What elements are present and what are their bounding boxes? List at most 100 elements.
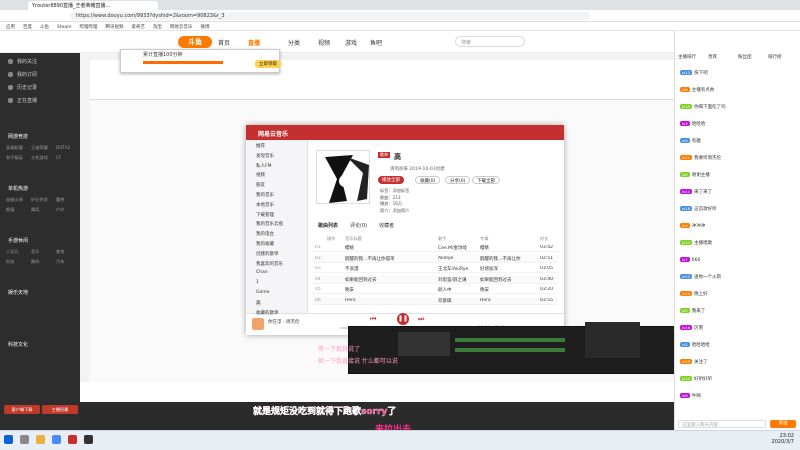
music-sidebar-item[interactable]: 收藏的歌单 <box>256 310 279 316</box>
sidebar-item[interactable]: 正在直播 <box>8 97 37 104</box>
chat-header-tab[interactable]: 贵宾 <box>708 54 717 60</box>
music-sidebar-item[interactable]: 私人FM <box>256 163 271 169</box>
nav-item[interactable]: 鱼吧 <box>370 38 382 47</box>
chat-header-tab[interactable]: 排行榜 <box>768 54 782 60</box>
sidebar-category[interactable]: 科技 <box>6 259 14 265</box>
song-cell: 不浪漫 <box>345 267 359 272</box>
nav-item[interactable]: 视频 <box>318 38 330 47</box>
song-row[interactable]: 06 Hero 邓紫棋 Hero 03:55 <box>313 296 558 305</box>
playlist-button[interactable]: 播放全部 <box>378 176 404 184</box>
claim-button[interactable]: 立即领取 <box>255 60 281 68</box>
address-bar[interactable]: https://www.douyu.com/9933?dyshid=2&room… <box>70 12 590 20</box>
music-sidebar-item[interactable]: 朋友 <box>256 182 265 188</box>
song-row[interactable]: 01 樱桃 Cee.M/金玟岐 樱桃 03:42 <box>313 244 558 252</box>
sidebar-item[interactable]: 我的关注 <box>8 58 37 65</box>
sidebar-category[interactable]: 炉石传说 <box>31 197 48 203</box>
sidebar-category[interactable]: 主机游戏 <box>31 155 48 161</box>
sidebar-category[interactable]: 户外 <box>56 207 64 213</box>
music-sidebar-item[interactable]: Chan <box>256 270 268 275</box>
music-sidebar-item[interactable]: 我的音乐云盘 <box>256 221 283 227</box>
music-sidebar-item[interactable]: 1 <box>256 280 259 285</box>
bookmark-item[interactable]: 斗鱼 <box>40 25 49 30</box>
nav-item[interactable]: 首页 <box>218 38 230 47</box>
bookmark-item[interactable]: 爱奇艺 <box>132 25 146 30</box>
sidebar-item[interactable]: 我的订阅 <box>8 71 37 78</box>
netease-music-icon[interactable] <box>68 435 77 444</box>
playlist-button[interactable]: 下载全部 <box>472 176 500 184</box>
music-sidebar-item[interactable]: 我的收藏 <box>256 241 274 247</box>
playlist-button[interactable]: 收藏(0) <box>415 176 441 184</box>
bookmark-item[interactable]: 淘宝 <box>153 25 162 30</box>
chat-message-text: 哈哈哈 <box>691 122 706 127</box>
playlist-button[interactable]: 分享(0) <box>445 176 471 184</box>
sidebar-footer-button[interactable]: 主播招募 <box>42 405 78 414</box>
start-icon[interactable] <box>4 435 13 444</box>
music-sidebar-item[interactable]: 下载管理 <box>256 212 274 218</box>
bookmark-item[interactable]: 网易云音乐 <box>170 25 193 30</box>
song-row[interactable]: 03 不浪漫 王北车/AkiRye 好感加深 03:05 <box>313 265 558 273</box>
sidebar-category[interactable]: 数码 <box>31 259 39 265</box>
search-icon[interactable] <box>20 435 29 444</box>
music-sidebar-item[interactable]: Game <box>256 290 269 295</box>
user-level-badge: lv4 <box>680 223 690 228</box>
send-button[interactable]: 发送 <box>770 420 796 428</box>
bookmark-item[interactable]: Steam <box>57 25 72 30</box>
nav-item[interactable]: 分类 <box>288 38 300 47</box>
chrome-icon[interactable] <box>52 435 61 444</box>
sidebar-item-label: 历史记录 <box>17 85 38 91</box>
bookmark-item[interactable]: 微博 <box>201 25 210 30</box>
user-level-badge: lv8 <box>680 87 690 92</box>
song-row[interactable]: 02 醉醒的我…不再让你孤单 AkiRye 醉醒的我…不再让你 02:51 <box>313 254 558 263</box>
chat-input[interactable]: 这里输入聊天内容 <box>678 420 766 428</box>
playlist-tab[interactable]: 评论(0) <box>350 223 367 229</box>
pause-button[interactable]: ❚❚ <box>397 313 409 325</box>
sidebar-category[interactable]: 舞蹈 <box>31 207 39 213</box>
music-sidebar-item[interactable]: 创建的歌单 <box>256 251 279 257</box>
sidebar-category[interactable]: 美食 <box>56 249 64 255</box>
music-sidebar-item[interactable]: 发现音乐 <box>256 153 274 159</box>
bookmark-item[interactable]: 应用 <box>6 25 15 30</box>
sidebar-item[interactable]: 历史记录 <box>8 84 37 91</box>
sidebar-category[interactable]: 音乐 <box>31 249 39 255</box>
sidebar-category[interactable]: 和平精英 <box>6 155 23 161</box>
sidebar-category[interactable]: DOTA2 <box>56 145 70 150</box>
song-row[interactable]: 05 晚安 颜人中 晚安 03:20 <box>313 286 558 294</box>
music-sidebar-item[interactable]: 我的电台 <box>256 231 274 237</box>
sidebar-item-icon <box>8 72 13 77</box>
song-cell: 02:51 <box>540 255 553 261</box>
music-sidebar-item[interactable]: 推荐 <box>256 143 265 149</box>
music-sidebar-item[interactable]: 我的音乐 <box>256 192 274 198</box>
sidebar-category[interactable]: 颜值 <box>6 207 14 213</box>
music-sidebar-item[interactable]: 高 <box>256 299 261 306</box>
chat-header-tab[interactable]: 粉丝团 <box>738 54 752 60</box>
sidebar-footer-button[interactable]: 客户端下载 <box>4 405 40 414</box>
browser-tab[interactable]: Yrouter8890直播_王者荣耀直播... <box>28 1 158 10</box>
chat-header-tab[interactable]: 主播排行 <box>678 54 696 60</box>
sidebar-category[interactable]: 汽车 <box>56 259 64 265</box>
bookmark-item[interactable]: 哔哩哔哩 <box>80 25 98 30</box>
sidebar-category[interactable]: 英雄联盟 <box>6 145 23 151</box>
prev-icon[interactable]: ⏮ <box>370 315 376 324</box>
sidebar-category[interactable]: 王者荣耀 <box>31 145 48 151</box>
nav-item[interactable]: 直播 <box>248 38 260 47</box>
douyu-logo[interactable]: 斗鱼 <box>178 36 212 48</box>
nav-item[interactable]: 游戏 <box>345 38 357 47</box>
music-sidebar-item[interactable]: 本地音乐 <box>256 202 274 208</box>
music-sidebar-item[interactable]: 视频 <box>256 172 265 178</box>
folder-icon[interactable] <box>36 435 45 444</box>
search-input[interactable]: 搜索 <box>455 36 525 47</box>
playlist-tab[interactable]: 歌曲列表 <box>318 223 338 229</box>
song-row[interactable]: 04 如果能回到过去 刘思鉴/薛之谦 如果能回到过去 03:40 <box>313 275 558 284</box>
sidebar-category[interactable]: 魔兽 <box>56 197 64 203</box>
playlist-tab[interactable]: 收藏者 <box>379 223 394 229</box>
bookmark-item[interactable]: 百度 <box>23 25 32 30</box>
sidebar-category[interactable]: CF <box>56 155 61 160</box>
music-app-name: 网易云音乐 <box>258 131 289 138</box>
next-icon[interactable]: ⏭ <box>418 315 424 324</box>
sidebar-category[interactable]: 二次元 <box>6 249 19 255</box>
music-sidebar-item[interactable]: 我喜欢的音乐 <box>256 261 283 267</box>
song-cell: 樱桃 <box>480 246 489 251</box>
sidebar-category[interactable]: 穿越火线 <box>6 197 23 203</box>
obs-icon[interactable] <box>84 435 93 444</box>
bookmark-item[interactable]: 腾讯视频 <box>106 25 124 30</box>
